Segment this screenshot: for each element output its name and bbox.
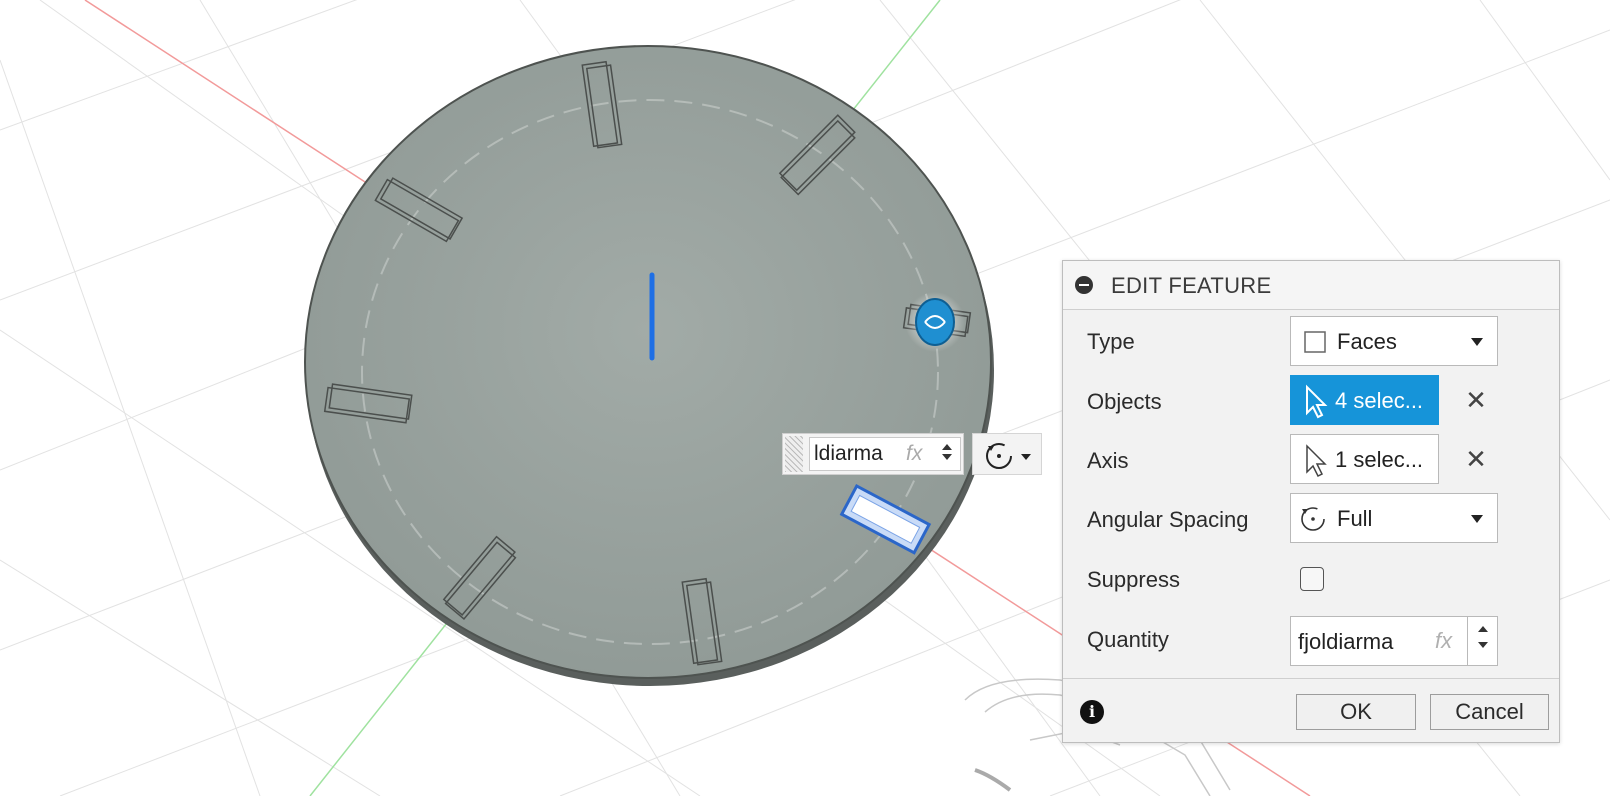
angular-spacing-dropdown[interactable]: Full [1290,493,1498,543]
fx-label: fx [906,442,923,465]
drag-grip[interactable] [785,436,803,472]
quantity-stepper[interactable] [1468,616,1498,666]
floating-quantity-spinner[interactable] [936,440,958,468]
dialog-title: EDIT FEATURE [1111,273,1272,298]
objects-value: 4 selec... [1335,388,1424,413]
rotate-icon [1301,507,1325,531]
spin-up-icon[interactable] [1477,626,1488,632]
ok-button[interactable]: OK [1296,694,1416,730]
floating-quantity-field[interactable]: ldiarma fx [809,437,961,471]
quantity-input[interactable]: fjoldiarma fx [1290,616,1468,666]
edit-feature-dialog: EDIT FEATURE Type Faces Objects 4 selec.… [1062,260,1560,743]
info-icon[interactable]: i [1080,700,1104,724]
cursor-arrow-icon [1306,444,1327,478]
suppress-checkbox[interactable] [1300,567,1324,591]
fx-label: fx [1435,628,1453,653]
dialog-header: EDIT FEATURE [1063,261,1559,310]
angular-spacing-label: Angular Spacing [1087,507,1249,532]
spin-down-icon[interactable] [942,454,952,460]
floating-quantity-input[interactable]: ldiarma fx [782,433,964,475]
spin-up-icon[interactable] [942,444,952,450]
type-label: Type [1087,329,1135,354]
type-value: Faces [1337,329,1397,354]
angular-spacing-value: Full [1337,506,1373,531]
chevron-down-icon [1471,338,1483,346]
axis-selection-button[interactable]: 1 selec... [1290,434,1439,484]
objects-label: Objects [1087,389,1162,414]
disk-body [304,45,994,686]
axis-value: 1 selec... [1335,447,1424,472]
cancel-button[interactable]: Cancel [1430,694,1549,730]
rotate-handle [905,292,965,352]
axis-label: Axis [1087,448,1129,473]
floating-spacing-dropdown[interactable] [972,433,1042,475]
collapse-icon[interactable] [1075,276,1093,294]
suppress-label: Suppress [1087,567,1180,592]
spin-down-icon[interactable] [1477,642,1488,648]
chevron-down-icon [1471,515,1483,523]
quantity-label: Quantity [1087,627,1169,652]
square-outline-icon [1304,331,1326,353]
dialog-footer: i OK Cancel [1063,678,1559,745]
quantity-value: fjoldiarma [1298,629,1394,654]
type-dropdown[interactable]: Faces [1290,316,1498,366]
cursor-arrow-icon [1306,384,1328,419]
rotate-icon [986,443,1031,469]
objects-selection-button[interactable]: 4 selec... [1290,375,1439,425]
clear-objects-icon[interactable]: ✕ [1463,387,1489,413]
clear-axis-icon[interactable]: ✕ [1463,446,1489,472]
floating-quantity-value: ldiarma [814,442,883,465]
